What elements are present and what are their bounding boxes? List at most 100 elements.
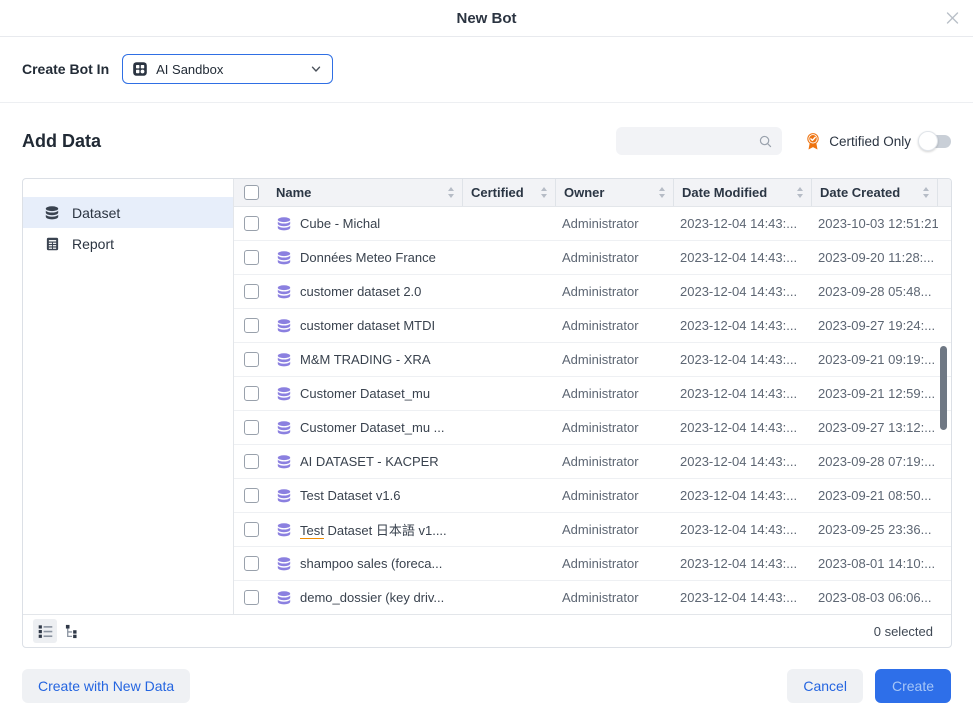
- table-row[interactable]: Cube - MichalAdministrator2023-12-04 14:…: [234, 207, 951, 241]
- dataset-cube-icon: [276, 421, 292, 435]
- dataset-icon: [44, 206, 60, 220]
- row-name: Données Meteo France: [300, 250, 436, 265]
- certified-only-group: Certified Only: [804, 132, 951, 151]
- row-name-cell: Test Dataset v1.6: [268, 488, 463, 503]
- row-name: Test Dataset 日本語 v1....: [300, 520, 447, 539]
- row-checkbox[interactable]: [244, 250, 259, 265]
- scrollbar-gutter: [938, 179, 951, 206]
- table-row[interactable]: Customer Dataset_muAdministrator2023-12-…: [234, 377, 951, 411]
- row-checkbox[interactable]: [244, 284, 259, 299]
- toggle-knob: [918, 131, 938, 151]
- row-date-created: 2023-09-27 19:24:...: [812, 318, 938, 333]
- table-row[interactable]: M&M TRADING - XRAAdministrator2023-12-04…: [234, 343, 951, 377]
- certified-badge-icon: [804, 132, 822, 151]
- row-name: customer dataset 2.0: [300, 284, 421, 299]
- row-owner: Administrator: [556, 522, 674, 537]
- column-header-date-modified[interactable]: Date Modified: [674, 179, 812, 206]
- row-date-modified: 2023-12-04 14:43:...: [674, 216, 812, 231]
- row-date-created: 2023-09-27 13:12:...: [812, 420, 938, 435]
- certified-only-toggle[interactable]: [921, 135, 951, 148]
- row-checkbox[interactable]: [244, 420, 259, 435]
- close-icon[interactable]: [945, 11, 960, 26]
- row-date-modified: 2023-12-04 14:43:...: [674, 318, 812, 333]
- row-date-created: 2023-09-21 09:19:...: [812, 352, 938, 367]
- column-header-label: Owner: [564, 185, 604, 200]
- search-input[interactable]: [626, 133, 758, 150]
- row-checkbox[interactable]: [244, 590, 259, 605]
- table-row[interactable]: Test Dataset v1.6Administrator2023-12-04…: [234, 479, 951, 513]
- row-checkbox[interactable]: [244, 216, 259, 231]
- create-bot-in-label: Create Bot In: [22, 61, 109, 77]
- row-owner: Administrator: [556, 590, 674, 605]
- sort-icon[interactable]: [653, 187, 667, 198]
- dataset-cube-icon: [276, 217, 292, 231]
- sidebar-item-report[interactable]: Report: [23, 228, 233, 259]
- row-checkbox[interactable]: [244, 386, 259, 401]
- project-select-value: AI Sandbox: [156, 62, 302, 77]
- sidebar-item-label: Dataset: [72, 205, 120, 221]
- table-row[interactable]: shampoo sales (foreca...Administrator202…: [234, 547, 951, 581]
- project-select[interactable]: AI Sandbox: [122, 54, 333, 84]
- column-header-date-created[interactable]: Date Created: [812, 179, 938, 206]
- row-name-cell: demo_dossier (key driv...: [268, 590, 463, 605]
- row-checkbox[interactable]: [244, 556, 259, 571]
- row-date-created: 2023-09-25 23:36...: [812, 522, 938, 537]
- table-row[interactable]: demo_dossier (key driv...Administrator20…: [234, 581, 951, 614]
- row-name: AI DATASET - KACPER: [300, 454, 439, 469]
- sort-icon[interactable]: [917, 187, 931, 198]
- vertical-scrollbar[interactable]: [940, 346, 947, 430]
- dataset-cube-icon: [276, 455, 292, 469]
- sort-icon[interactable]: [535, 187, 549, 198]
- table-row[interactable]: AI DATASET - KACPERAdministrator2023-12-…: [234, 445, 951, 479]
- tree-view-button[interactable]: [60, 619, 84, 643]
- dataset-cube-icon: [276, 523, 292, 537]
- row-date-modified: 2023-12-04 14:43:...: [674, 522, 812, 537]
- sort-icon[interactable]: [791, 187, 805, 198]
- sidebar-item-label: Report: [72, 236, 114, 252]
- row-name: shampoo sales (foreca...: [300, 556, 442, 571]
- list-view-button[interactable]: [33, 619, 57, 643]
- certified-only-label: Certified Only: [829, 134, 911, 149]
- search-match-highlight: Test: [300, 523, 324, 539]
- new-bot-dialog: New Bot Create Bot In AI Sandbox Add Dat…: [0, 0, 973, 703]
- row-checkbox[interactable]: [244, 352, 259, 367]
- row-owner: Administrator: [556, 318, 674, 333]
- sidebar-item-dataset[interactable]: Dataset: [23, 197, 233, 228]
- row-checkbox-cell: [234, 488, 268, 503]
- dataset-cube-icon: [276, 489, 292, 503]
- row-date-modified: 2023-12-04 14:43:...: [674, 284, 812, 299]
- row-name-cell: customer dataset MTDI: [268, 318, 463, 333]
- column-header-owner[interactable]: Owner: [556, 179, 674, 206]
- row-name: Customer Dataset_mu ...: [300, 420, 445, 435]
- row-date-modified: 2023-12-04 14:43:...: [674, 250, 812, 265]
- table-row[interactable]: Customer Dataset_mu ...Administrator2023…: [234, 411, 951, 445]
- column-header-label: Certified: [471, 185, 524, 200]
- panel-footer: 0 selected: [23, 614, 951, 647]
- dataset-cube-icon: [276, 251, 292, 265]
- row-checkbox-cell: [234, 250, 268, 265]
- column-header-label: Date Modified: [682, 185, 767, 200]
- table-row[interactable]: Test Dataset 日本語 v1....Administrator2023…: [234, 513, 951, 547]
- cancel-button[interactable]: Cancel: [787, 669, 863, 703]
- search-box[interactable]: [616, 127, 782, 155]
- row-checkbox[interactable]: [244, 318, 259, 333]
- sort-icon[interactable]: [442, 187, 456, 198]
- row-checkbox[interactable]: [244, 522, 259, 537]
- row-name-cell: Test Dataset 日本語 v1....: [268, 520, 463, 539]
- dataset-cube-icon: [276, 557, 292, 571]
- row-name-cell: Données Meteo France: [268, 250, 463, 265]
- table-row[interactable]: customer dataset MTDI Administrator2023-1…: [234, 309, 951, 343]
- column-header-certified[interactable]: Certified: [463, 179, 556, 206]
- row-checkbox[interactable]: [244, 454, 259, 469]
- row-owner: Administrator: [556, 216, 674, 231]
- row-name-cell: Customer Dataset_mu ...: [268, 420, 463, 435]
- create-with-new-data-button[interactable]: Create with New Data: [22, 669, 190, 703]
- table-row[interactable]: Données Meteo FranceAdministrator2023-12…: [234, 241, 951, 275]
- create-button[interactable]: Create: [875, 669, 951, 703]
- select-all-checkbox[interactable]: [244, 185, 259, 200]
- table-row[interactable]: customer dataset 2.0Administrator2023-12…: [234, 275, 951, 309]
- column-header-name[interactable]: Name: [268, 179, 463, 206]
- select-all-cell: [234, 179, 268, 206]
- search-match-highlight: Test: [300, 488, 324, 503]
- row-checkbox[interactable]: [244, 488, 259, 503]
